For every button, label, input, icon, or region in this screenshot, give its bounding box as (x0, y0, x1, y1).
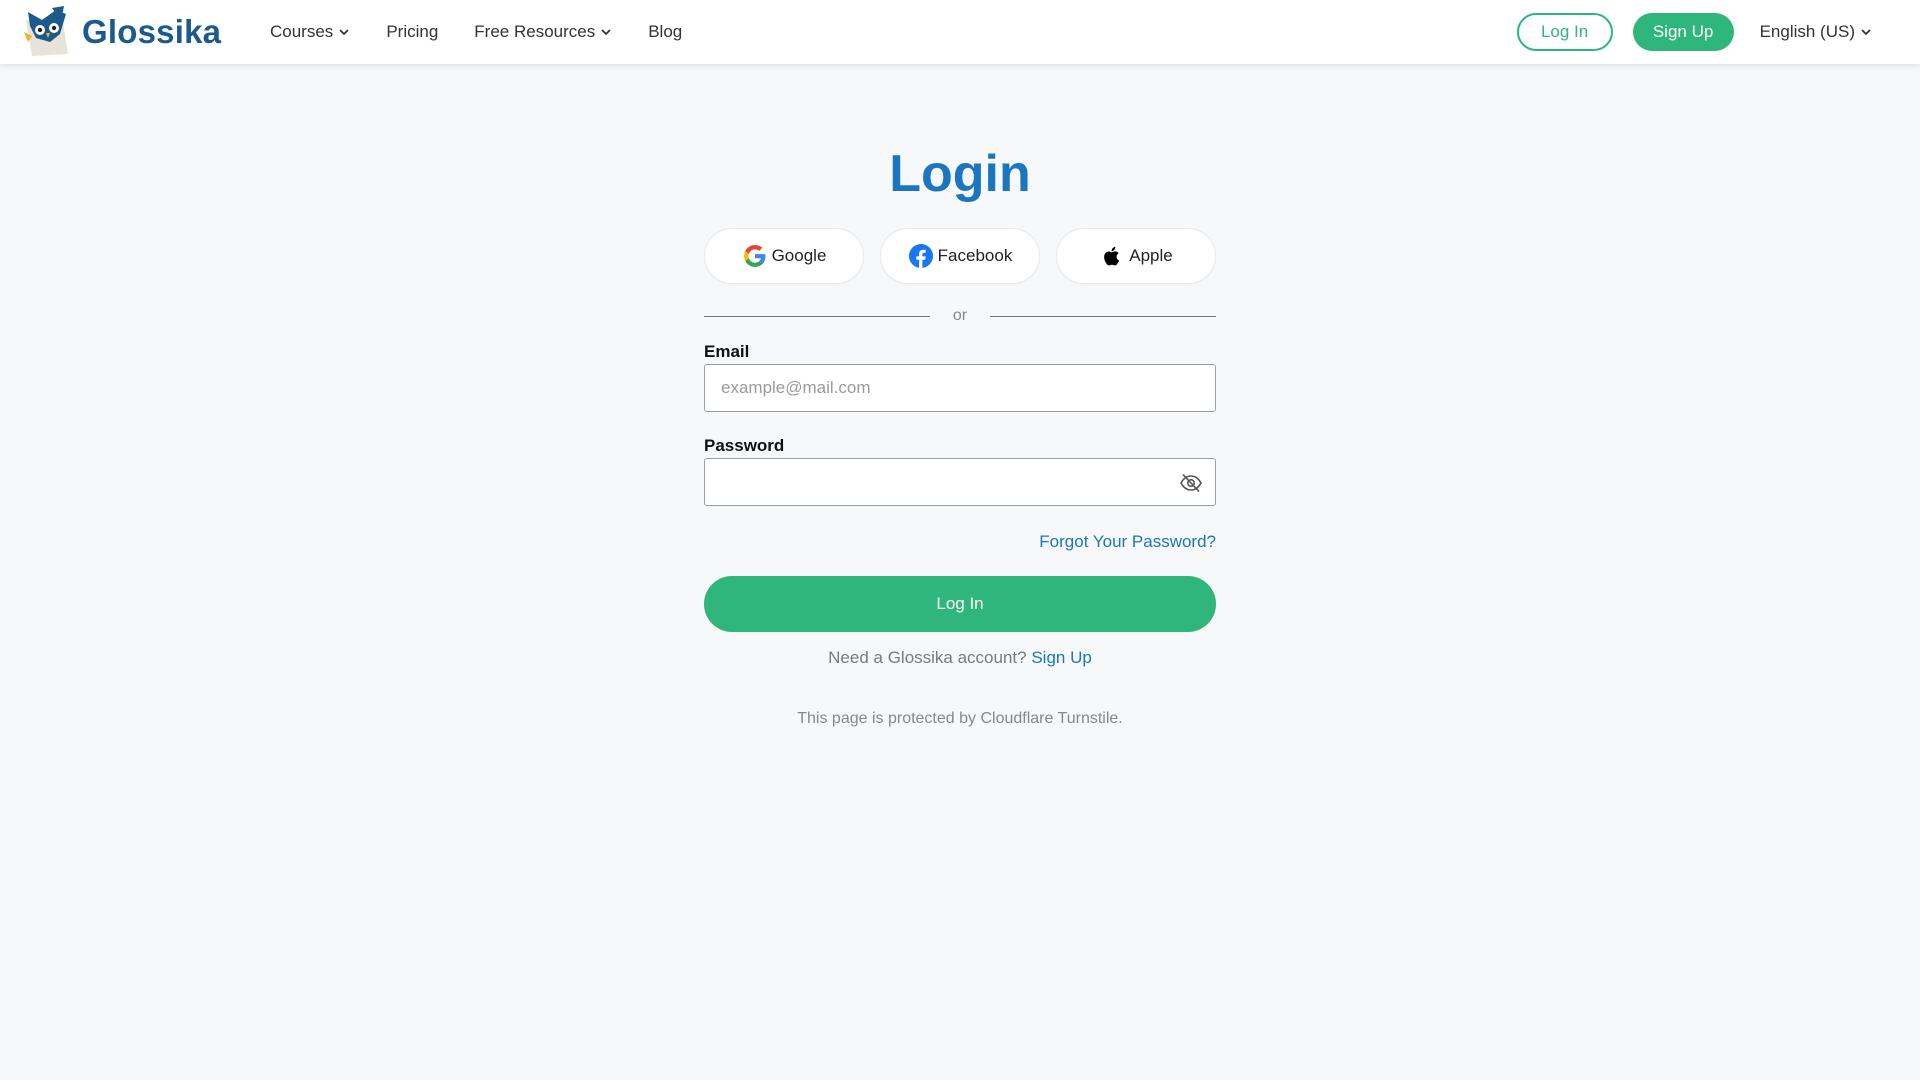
email-label: Email (704, 342, 750, 361)
brand-name: Glossika (82, 13, 222, 50)
facebook-login-button[interactable]: Facebook (880, 228, 1040, 284)
nav-free-resources[interactable]: Free Resources (474, 22, 612, 42)
divider-line-left (704, 315, 930, 317)
apple-icon (1104, 246, 1120, 266)
google-login-button[interactable]: Google (704, 228, 864, 284)
language-selector[interactable]: English (US) (1760, 22, 1872, 42)
nav-free-resources-label: Free Resources (474, 22, 596, 41)
nav-blog-label: Blog (648, 22, 683, 41)
nav-blog[interactable]: Blog (648, 22, 682, 42)
email-input[interactable] (705, 365, 1215, 411)
top-navbar: Glossika Courses Pricing Free Resources … (0, 0, 1920, 64)
eye-off-icon[interactable] (1179, 471, 1203, 495)
glossika-logo[interactable]: Glossika (22, 6, 221, 58)
facebook-icon (908, 244, 933, 268)
header-signup-button[interactable]: Sign Up (1632, 13, 1734, 51)
nav-courses-label: Courses (270, 22, 334, 41)
password-label: Password (704, 436, 785, 455)
password-input[interactable] (705, 459, 1215, 505)
apple-label: Apple (1129, 246, 1173, 265)
nav-courses[interactable]: Courses (270, 22, 350, 42)
nav-pricing-label: Pricing (386, 22, 439, 41)
email-field-wrapper (704, 364, 1216, 412)
turnstile-notice: This page is protected by Cloudflare Tur… (797, 710, 1123, 727)
main-content: Login Google Facebook Apple or Email exa… (0, 64, 1920, 1080)
apple-login-button[interactable]: Apple (1056, 228, 1216, 284)
nav-pricing[interactable]: Pricing (386, 22, 438, 42)
header-login-button[interactable]: Log In (1516, 13, 1613, 51)
forgot-password-link[interactable]: Forgot Your Password? (1039, 532, 1216, 552)
login-submit-button[interactable]: Log In (704, 576, 1216, 632)
owl-logo-icon (24, 6, 68, 56)
chevron-down-icon (1861, 29, 1871, 36)
google-icon (743, 245, 766, 267)
password-field-wrapper (704, 458, 1216, 506)
facebook-label: Facebook (937, 246, 1013, 265)
divider-line-right (990, 315, 1216, 317)
chevron-down-icon (339, 29, 349, 36)
nav-actions: Log In Sign Up English (US) (1516, 0, 1872, 64)
divider-text: or (952, 307, 968, 324)
or-divider: or (704, 306, 1216, 326)
page-title: Login (889, 145, 1031, 203)
language-label: English (US) (1759, 22, 1855, 41)
main-nav: Courses Pricing Free Resources Blog (270, 0, 718, 64)
google-label: Google (771, 246, 827, 265)
chevron-down-icon (601, 29, 611, 36)
signup-prompt: Need a Glossika account? Sign Up (704, 648, 1216, 668)
signup-link[interactable]: Sign Up (1031, 648, 1091, 667)
signup-prompt-text: Need a Glossika account? (828, 648, 1027, 667)
social-login-row: Google Facebook Apple (704, 228, 1216, 284)
